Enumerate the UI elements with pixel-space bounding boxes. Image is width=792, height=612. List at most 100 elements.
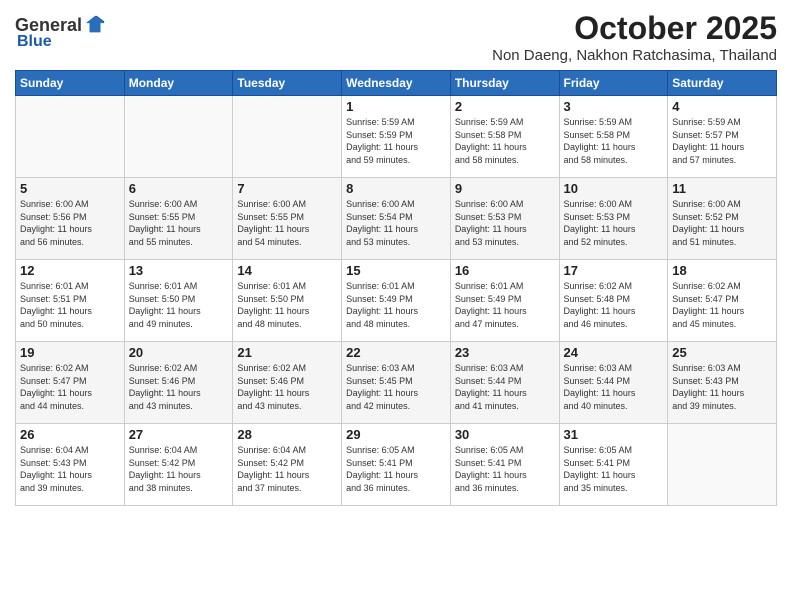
calendar-cell: 5 Sunrise: 6:00 AM Sunset: 5:56 PM Daylig… — [16, 178, 125, 260]
calendar-weekday-saturday: Saturday — [668, 71, 777, 96]
calendar-cell: 13 Sunrise: 6:01 AM Sunset: 5:50 PM Dayli… — [124, 260, 233, 342]
day-number: 25 — [672, 345, 772, 360]
day-info: Sunrise: 6:02 AM Sunset: 5:47 PM Dayligh… — [672, 280, 772, 330]
calendar-week-row: 1 Sunrise: 5:59 AM Sunset: 5:59 PM Daylig… — [16, 96, 777, 178]
calendar-cell: 24 Sunrise: 6:03 AM Sunset: 5:44 PM Dayli… — [559, 342, 668, 424]
calendar-cell — [233, 96, 342, 178]
calendar-week-row: 19 Sunrise: 6:02 AM Sunset: 5:47 PM Dayli… — [16, 342, 777, 424]
calendar-cell: 26 Sunrise: 6:04 AM Sunset: 5:43 PM Dayli… — [16, 424, 125, 506]
day-info: Sunrise: 6:03 AM Sunset: 5:43 PM Dayligh… — [672, 362, 772, 412]
calendar-cell: 21 Sunrise: 6:02 AM Sunset: 5:46 PM Dayli… — [233, 342, 342, 424]
day-number: 29 — [346, 427, 446, 442]
day-number: 1 — [346, 99, 446, 114]
calendar-weekday-monday: Monday — [124, 71, 233, 96]
day-info: Sunrise: 6:00 AM Sunset: 5:55 PM Dayligh… — [129, 198, 229, 248]
day-number: 15 — [346, 263, 446, 278]
day-number: 26 — [20, 427, 120, 442]
logo-blue-text: Blue — [17, 33, 52, 51]
calendar-cell: 14 Sunrise: 6:01 AM Sunset: 5:50 PM Dayli… — [233, 260, 342, 342]
day-info: Sunrise: 6:02 AM Sunset: 5:47 PM Dayligh… — [20, 362, 120, 412]
header-area: General Blue October 2025 Non Daeng, Nak… — [15, 10, 777, 64]
day-number: 17 — [564, 263, 664, 278]
calendar-cell: 3 Sunrise: 5:59 AM Sunset: 5:58 PM Daylig… — [559, 96, 668, 178]
day-info: Sunrise: 6:05 AM Sunset: 5:41 PM Dayligh… — [455, 444, 555, 494]
day-info: Sunrise: 6:05 AM Sunset: 5:41 PM Dayligh… — [564, 444, 664, 494]
day-info: Sunrise: 6:00 AM Sunset: 5:53 PM Dayligh… — [564, 198, 664, 248]
day-info: Sunrise: 6:02 AM Sunset: 5:48 PM Dayligh… — [564, 280, 664, 330]
calendar-cell: 19 Sunrise: 6:02 AM Sunset: 5:47 PM Dayli… — [16, 342, 125, 424]
calendar-week-row: 12Sunrise: 6:01 AM Sunset: 5:51 PM Dayli… — [16, 260, 777, 342]
day-info: Sunrise: 5:59 AM Sunset: 5:58 PM Dayligh… — [455, 116, 555, 166]
month-title: October 2025 — [492, 10, 777, 47]
day-number: 16 — [455, 263, 555, 278]
day-number: 13 — [129, 263, 229, 278]
day-number: 22 — [346, 345, 446, 360]
calendar-cell: 17 Sunrise: 6:02 AM Sunset: 5:48 PM Dayli… — [559, 260, 668, 342]
calendar-cell: 18 Sunrise: 6:02 AM Sunset: 5:47 PM Dayli… — [668, 260, 777, 342]
day-number: 19 — [20, 345, 120, 360]
day-info: Sunrise: 6:04 AM Sunset: 5:42 PM Dayligh… — [237, 444, 337, 494]
day-number: 20 — [129, 345, 229, 360]
day-number: 11 — [672, 181, 772, 196]
day-number: 5 — [20, 181, 120, 196]
day-number: 8 — [346, 181, 446, 196]
calendar-cell: 10 Sunrise: 6:00 AM Sunset: 5:53 PM Dayli… — [559, 178, 668, 260]
day-info: Sunrise: 6:01 AM Sunset: 5:49 PM Dayligh… — [455, 280, 555, 330]
day-number: 18 — [672, 263, 772, 278]
day-number: 14 — [237, 263, 337, 278]
calendar-week-row: 26 Sunrise: 6:04 AM Sunset: 5:43 PM Dayli… — [16, 424, 777, 506]
day-info: Sunrise: 6:01 AM Sunset: 5:50 PM Dayligh… — [237, 280, 337, 330]
calendar-cell: 25 Sunrise: 6:03 AM Sunset: 5:43 PM Dayli… — [668, 342, 777, 424]
day-info: Sunrise: 6:01 AM Sunset: 5:50 PM Dayligh… — [129, 280, 229, 330]
day-number: 4 — [672, 99, 772, 114]
calendar-cell: 27 Sunrise: 6:04 AM Sunset: 5:42 PM Dayli… — [124, 424, 233, 506]
day-info: Sunrise: 6:03 AM Sunset: 5:44 PM Dayligh… — [564, 362, 664, 412]
day-number: 23 — [455, 345, 555, 360]
calendar-cell: 2 Sunrise: 5:59 AM Sunset: 5:58 PM Daylig… — [450, 96, 559, 178]
day-number: 3 — [564, 99, 664, 114]
calendar-cell: 31 Sunrise: 6:05 AM Sunset: 5:41 PM Dayli… — [559, 424, 668, 506]
location-title: Non Daeng, Nakhon Ratchasima, Thailand — [492, 47, 777, 64]
calendar-cell: 11 Sunrise: 6:00 AM Sunset: 5:52 PM Dayli… — [668, 178, 777, 260]
day-number: 24 — [564, 345, 664, 360]
logo-icon — [84, 14, 106, 36]
calendar-weekday-friday: Friday — [559, 71, 668, 96]
day-number: 9 — [455, 181, 555, 196]
calendar-weekday-wednesday: Wednesday — [342, 71, 451, 96]
day-number: 27 — [129, 427, 229, 442]
calendar-cell: 22Sunrise: 6:03 AM Sunset: 5:45 PM Dayli… — [342, 342, 451, 424]
day-info: Sunrise: 6:00 AM Sunset: 5:56 PM Dayligh… — [20, 198, 120, 248]
day-info: Sunrise: 6:02 AM Sunset: 5:46 PM Dayligh… — [129, 362, 229, 412]
calendar-cell: 9Sunrise: 6:00 AM Sunset: 5:53 PM Daylig… — [450, 178, 559, 260]
day-info: Sunrise: 6:05 AM Sunset: 5:41 PM Dayligh… — [346, 444, 446, 494]
day-number: 2 — [455, 99, 555, 114]
day-info: Sunrise: 6:02 AM Sunset: 5:46 PM Dayligh… — [237, 362, 337, 412]
day-number: 12 — [20, 263, 120, 278]
calendar-cell: 16 Sunrise: 6:01 AM Sunset: 5:49 PM Dayli… — [450, 260, 559, 342]
calendar-cell — [668, 424, 777, 506]
calendar-table: SundayMondayTuesdayWednesdayThursdayFrid… — [15, 70, 777, 506]
calendar-cell: 4 Sunrise: 5:59 AM Sunset: 5:57 PM Daylig… — [668, 96, 777, 178]
day-info: Sunrise: 6:01 AM Sunset: 5:49 PM Dayligh… — [346, 280, 446, 330]
calendar-cell: 28 Sunrise: 6:04 AM Sunset: 5:42 PM Dayli… — [233, 424, 342, 506]
calendar-cell — [124, 96, 233, 178]
day-info: Sunrise: 5:59 AM Sunset: 5:57 PM Dayligh… — [672, 116, 772, 166]
day-info: Sunrise: 6:04 AM Sunset: 5:43 PM Dayligh… — [20, 444, 120, 494]
calendar-cell: 1 Sunrise: 5:59 AM Sunset: 5:59 PM Daylig… — [342, 96, 451, 178]
calendar-cell — [16, 96, 125, 178]
calendar-cell: 8 Sunrise: 6:00 AM Sunset: 5:54 PM Daylig… — [342, 178, 451, 260]
day-number: 31 — [564, 427, 664, 442]
day-info: Sunrise: 5:59 AM Sunset: 5:59 PM Dayligh… — [346, 116, 446, 166]
day-number: 28 — [237, 427, 337, 442]
day-info: Sunrise: 6:03 AM Sunset: 5:44 PM Dayligh… — [455, 362, 555, 412]
day-info: Sunrise: 6:00 AM Sunset: 5:55 PM Dayligh… — [237, 198, 337, 248]
day-info: Sunrise: 6:04 AM Sunset: 5:42 PM Dayligh… — [129, 444, 229, 494]
calendar-header-row: SundayMondayTuesdayWednesdayThursdayFrid… — [16, 71, 777, 96]
day-number: 21 — [237, 345, 337, 360]
calendar-weekday-sunday: Sunday — [16, 71, 125, 96]
calendar-cell: 29 Sunrise: 6:05 AM Sunset: 5:41 PM Dayli… — [342, 424, 451, 506]
day-info: Sunrise: 5:59 AM Sunset: 5:58 PM Dayligh… — [564, 116, 664, 166]
day-info: Sunrise: 6:00 AM Sunset: 5:54 PM Dayligh… — [346, 198, 446, 248]
day-info: Sunrise: 6:00 AM Sunset: 5:52 PM Dayligh… — [672, 198, 772, 248]
day-number: 10 — [564, 181, 664, 196]
